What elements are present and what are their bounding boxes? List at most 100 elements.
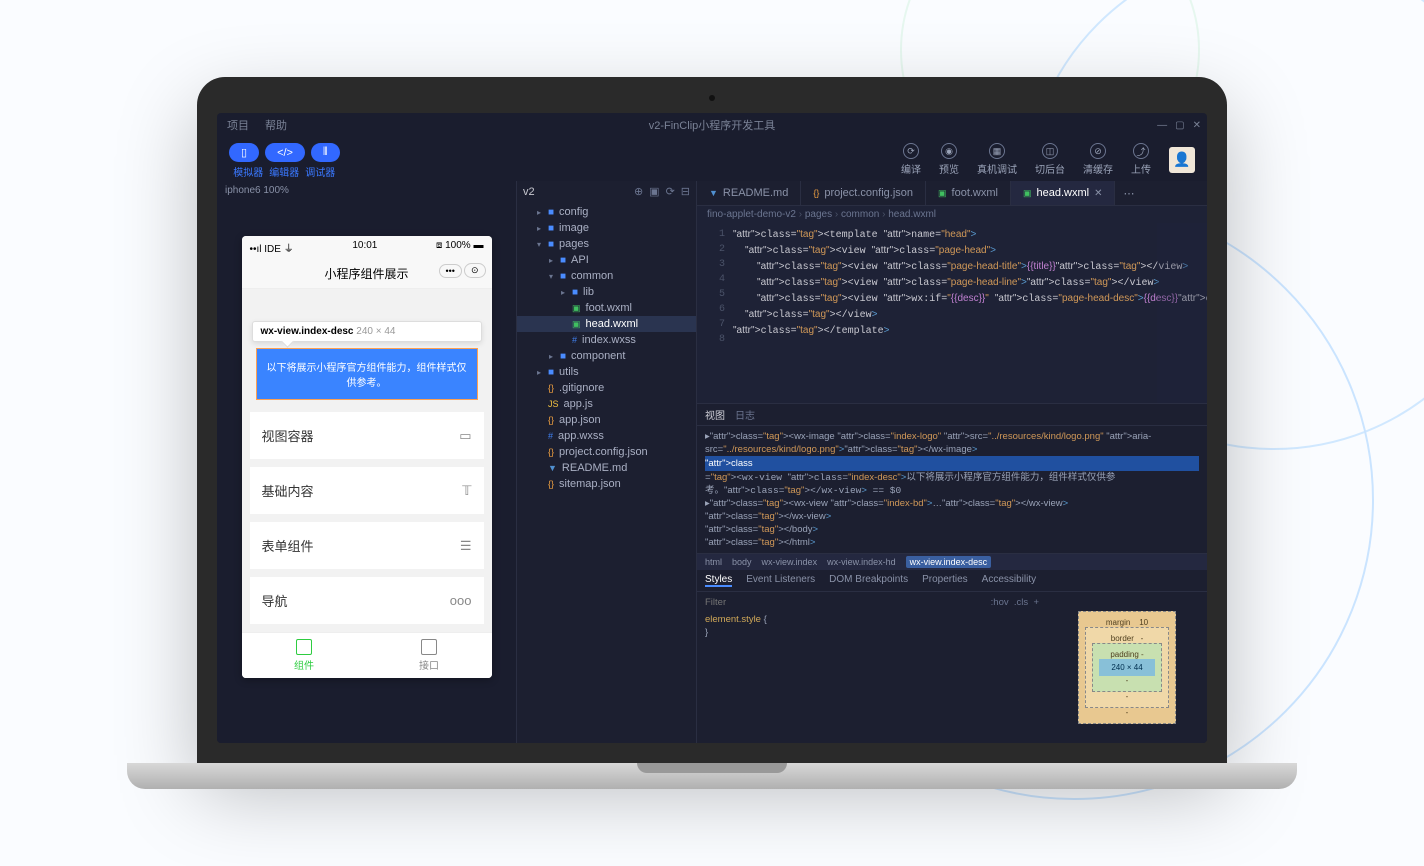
close-icon[interactable]: ✕ (1193, 120, 1201, 131)
cls-toggle[interactable]: .cls (1014, 596, 1028, 609)
menu-help[interactable]: 帮助 (265, 117, 287, 133)
dom-crumb-item[interactable]: wx-view.index (762, 557, 818, 567)
dom-node[interactable]: "attr">class="tag"></body> (705, 523, 1199, 536)
list-item[interactable]: 视图容器▭ (250, 412, 484, 459)
tree-item[interactable]: ▸■API (517, 252, 696, 268)
close-circle-icon[interactable]: ⊙ (464, 263, 486, 278)
toolbar-right: ⟳编译 ◉预览 ▦真机调试 ◫切后台 ⊘清缓存 ⤴上传 👤 (901, 143, 1195, 176)
more-icon[interactable]: ••• (439, 264, 462, 278)
tab-console[interactable]: 日志 (735, 407, 755, 422)
style-tab[interactable]: Styles (705, 574, 732, 587)
tree-item[interactable]: {}sitemap.json (517, 476, 696, 492)
tree-item[interactable]: ▾■pages (517, 236, 696, 252)
tree-item[interactable]: ▣foot.wxml (517, 300, 696, 316)
crumb-item[interactable]: head.wxml (888, 209, 936, 220)
minimap[interactable] (1157, 223, 1207, 403)
style-tab[interactable]: Properties (922, 574, 968, 587)
screen-bezel: 项目 帮助 v2-FinClip小程序开发工具 — ▢ ✕ ▯ </> ⫴ (197, 77, 1227, 763)
json-icon: {} (548, 415, 554, 425)
hov-toggle[interactable]: :hov (991, 596, 1009, 609)
close-icon[interactable]: ✕ (1094, 188, 1102, 199)
avatar[interactable]: 👤 (1169, 147, 1195, 173)
crumb-item[interactable]: common (841, 209, 888, 220)
tree-item[interactable]: {}project.config.json (517, 444, 696, 460)
list-item[interactable]: 导航ooo (250, 577, 484, 624)
toggle-simulator[interactable]: ▯ (229, 143, 259, 162)
dom-tree[interactable]: ▸"attr">class="tag"><wx-image "attr">cla… (697, 426, 1207, 553)
style-tab[interactable]: Accessibility (982, 574, 1036, 587)
tree-item[interactable]: ▸■lib (517, 284, 696, 300)
tree-item[interactable]: {}.gitignore (517, 380, 696, 396)
editor-tab[interactable]: {}project.config.json (801, 181, 926, 205)
menu-project[interactable]: 项目 (227, 117, 249, 133)
editor-tabs: ▼README.md{}project.config.json▣foot.wxm… (697, 181, 1207, 206)
dom-node[interactable]: "attr">class="tag"></html> (705, 536, 1199, 549)
wxss-icon: # (548, 431, 553, 441)
menubar: 项目 帮助 v2-FinClip小程序开发工具 — ▢ ✕ (217, 113, 1207, 137)
dom-crumb-item[interactable]: html (705, 557, 722, 567)
tree-item[interactable]: JSapp.js (517, 396, 696, 412)
tree-item[interactable]: ▸■utils (517, 364, 696, 380)
tree-item[interactable]: ▼README.md (517, 460, 696, 476)
list-item[interactable]: 基础内容𝕋 (250, 467, 484, 514)
file-tree[interactable]: ▸■config▸■image▾■pages▸■API▾■common▸■lib… (517, 202, 696, 743)
css-rules[interactable]: :hov .cls +element.style {}</span><span … (697, 592, 1047, 743)
dom-node[interactable]: ▸"attr">class="tag"><wx-image "attr">cla… (705, 430, 1199, 456)
toolbar-btn-1[interactable]: ◉预览 (939, 143, 959, 176)
project-root[interactable]: v2 (523, 186, 535, 198)
more-tabs-icon[interactable]: ⋯ (1115, 187, 1142, 200)
css-rule[interactable]: element.style {} (705, 613, 1039, 639)
row-icon: ▭ (459, 428, 471, 444)
style-tab[interactable]: Event Listeners (746, 574, 815, 587)
window-title: v2-FinClip小程序开发工具 (649, 117, 776, 133)
dom-node[interactable]: ▸"attr">class="tag"><wx-view "attr">clas… (705, 497, 1199, 510)
toolbar-btn-0[interactable]: ⟳编译 (901, 143, 921, 176)
filter-input[interactable] (705, 597, 991, 608)
code-content[interactable]: "attr">class="tag"><template "attr">name… (733, 223, 1207, 403)
tree-item[interactable]: #index.wxss (517, 332, 696, 348)
maximize-icon[interactable]: ▢ (1175, 120, 1184, 131)
tab-components[interactable]: 组件 (242, 633, 367, 678)
toggle-editor[interactable]: </> (265, 143, 305, 162)
toolbar: ▯ </> ⫴ 模拟器 编辑器 调试器 ⟳编译◉预览▦真机调试◫切后台⊘清缓存⤴… (217, 137, 1207, 181)
new-file-icon[interactable]: ⊕ (634, 185, 643, 198)
style-tab[interactable]: DOM Breakpoints (829, 574, 908, 587)
collapse-icon[interactable]: ⊟ (681, 185, 690, 198)
toolbar-btn-3[interactable]: ◫切后台 (1035, 143, 1065, 176)
editor-tab[interactable]: ▣foot.wxml (926, 181, 1011, 205)
dom-breadcrumb[interactable]: html body wx-view.index wx-view.index-hd wx-… (697, 553, 1207, 570)
code-editor[interactable]: 12345678 "attr">class="tag"><template "a… (697, 223, 1207, 403)
dom-node-selected[interactable]: "attr">class (705, 456, 1199, 471)
toggle-label: 编辑器 (269, 164, 299, 179)
toolbar-btn-2[interactable]: ▦真机调试 (977, 143, 1017, 176)
list-item[interactable]: 表单组件☰ (250, 522, 484, 569)
tab-api[interactable]: 接口 (367, 633, 492, 678)
editor-tab[interactable]: ▣head.wxml✕ (1011, 181, 1115, 205)
tab-elements[interactable]: 视图 (705, 407, 725, 422)
tree-item[interactable]: ▸■config (517, 204, 696, 220)
breadcrumb[interactable]: fino-applet-demo-v2pagescommonhead.wxml (697, 206, 1207, 223)
dom-crumb-item[interactable]: body (732, 557, 752, 567)
crumb-item[interactable]: fino-applet-demo-v2 (707, 209, 805, 220)
laptop-frame: 项目 帮助 v2-FinClip小程序开发工具 — ▢ ✕ ▯ </> ⫴ (197, 77, 1227, 789)
new-folder-icon[interactable]: ▣ (649, 185, 659, 198)
tree-item[interactable]: ▣head.wxml (517, 316, 696, 332)
minimize-icon[interactable]: — (1157, 120, 1167, 131)
dom-node[interactable]: "attr">class="tag"></wx-view> (705, 510, 1199, 523)
editor-tab[interactable]: ▼README.md (697, 181, 801, 205)
tree-item[interactable]: ▸■image (517, 220, 696, 236)
tree-item[interactable]: ▾■common (517, 268, 696, 284)
phone-preview[interactable]: ••ıl IDE ⏚ 10:01 ⧈ 100% ▬ 小程序组件展示 ••• ⊙ (242, 236, 492, 678)
toolbar-btn-4[interactable]: ⊘清缓存 (1083, 143, 1113, 176)
toolbar-btn-5[interactable]: ⤴上传 (1131, 143, 1151, 176)
refresh-icon[interactable]: ⟳ (666, 185, 675, 198)
dom-crumb-item[interactable]: wx-view.index-hd (827, 557, 896, 567)
dom-crumb-item[interactable]: wx-view.index-desc (906, 556, 992, 568)
tree-item[interactable]: ▸■component (517, 348, 696, 364)
add-rule-icon[interactable]: + (1033, 596, 1039, 609)
toggle-debugger[interactable]: ⫴ (311, 143, 340, 162)
camera-dot (709, 95, 715, 101)
tree-item[interactable]: {}app.json (517, 412, 696, 428)
tree-item[interactable]: #app.wxss (517, 428, 696, 444)
crumb-item[interactable]: pages (805, 209, 841, 220)
